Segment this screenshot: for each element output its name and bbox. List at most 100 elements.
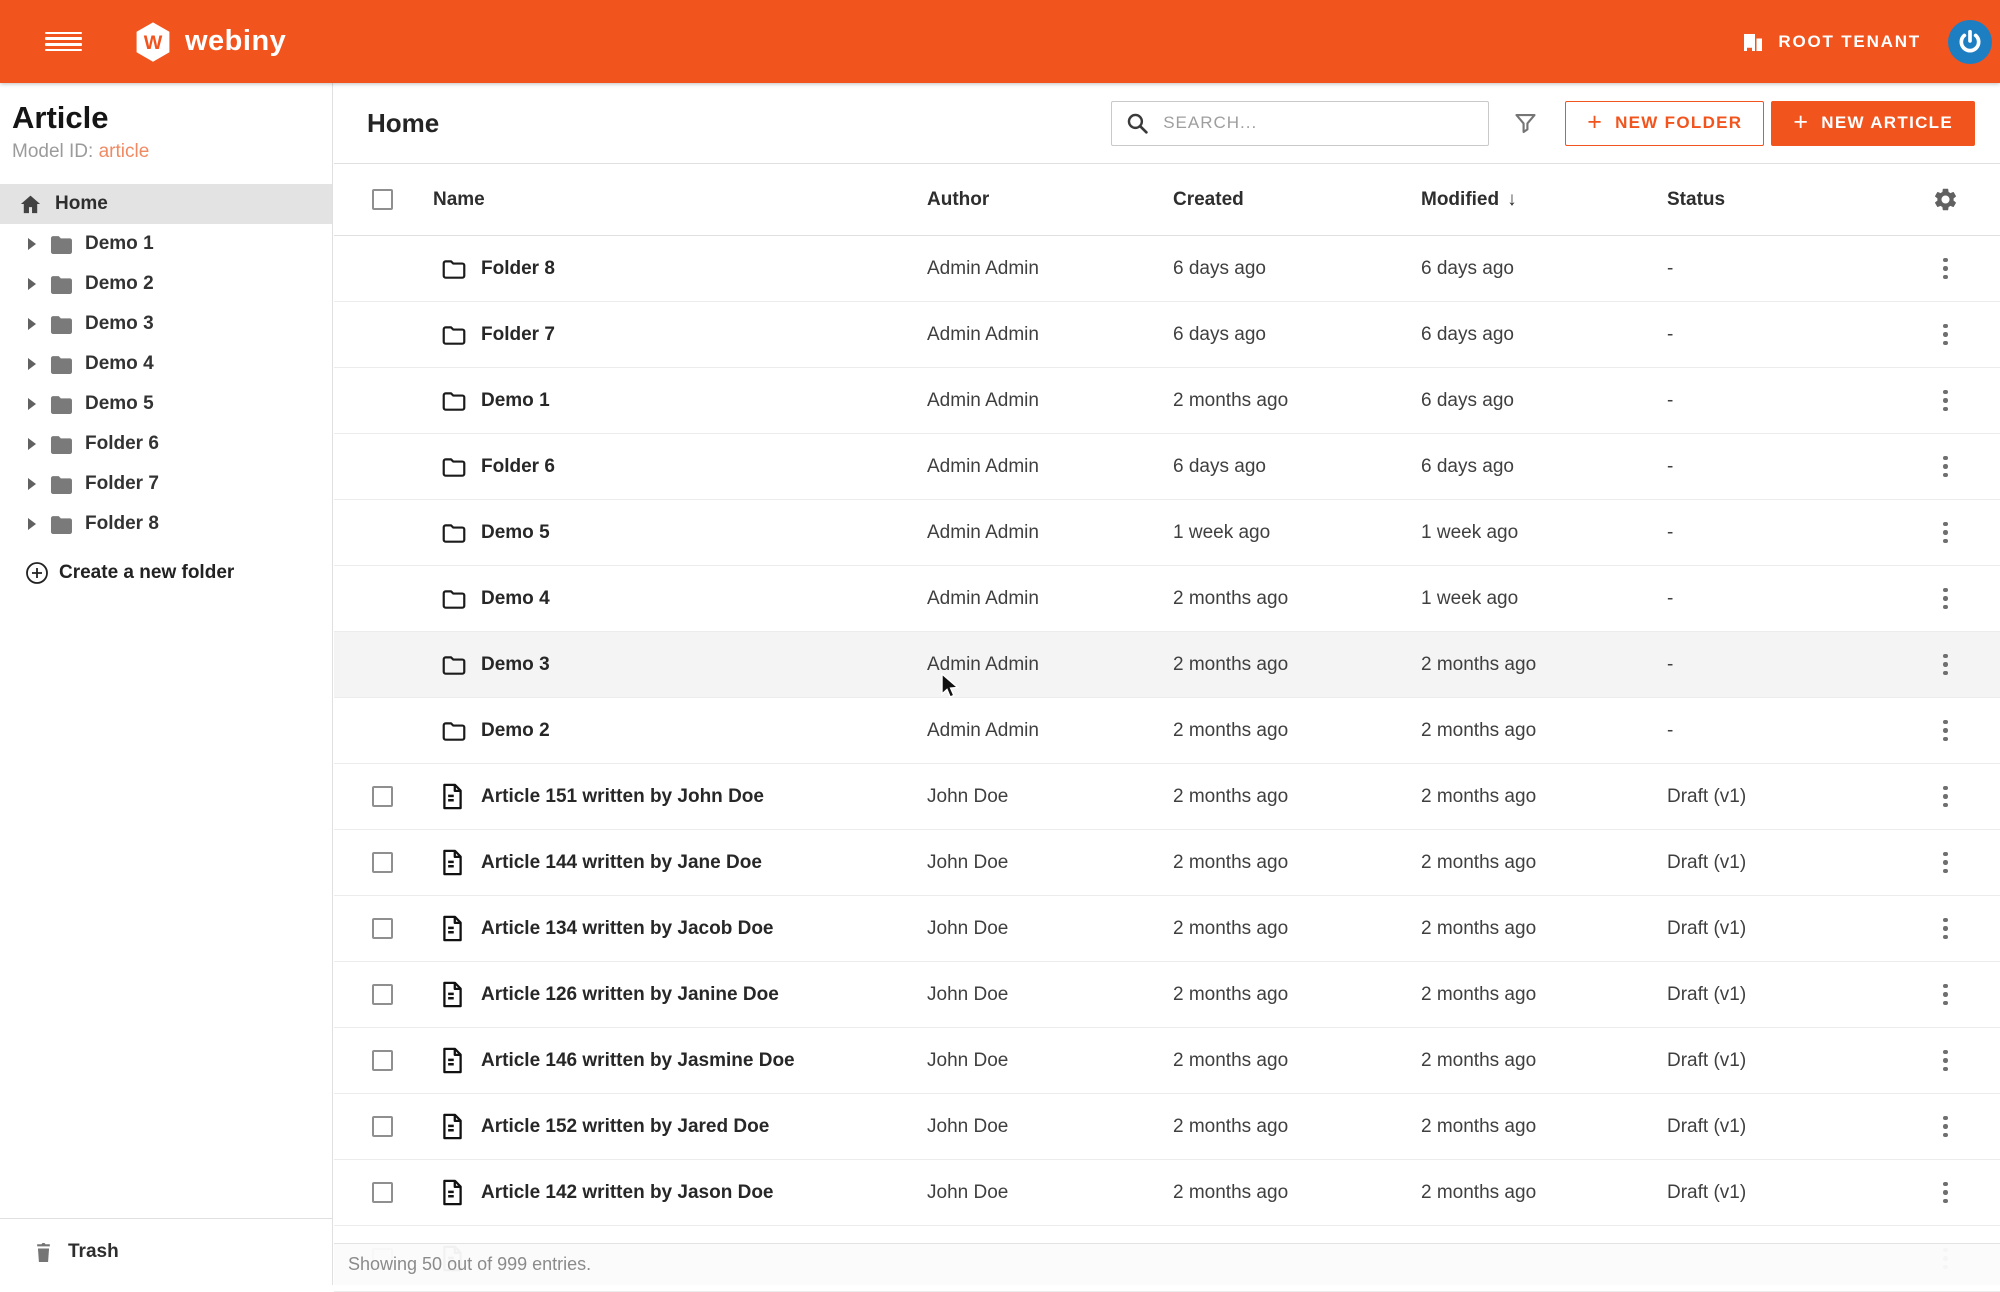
tree-item-folder[interactable]: Demo 4 (0, 344, 332, 384)
chevron-right-icon[interactable] (28, 238, 36, 250)
create-folder-button[interactable]: Create a new folder (0, 551, 332, 595)
row-actions-menu[interactable] (1937, 384, 1954, 418)
sort-desc-icon: ↓ (1507, 189, 1517, 211)
search-icon (1125, 111, 1150, 136)
row-actions-menu[interactable] (1937, 1044, 1954, 1078)
tree-item-folder[interactable]: Demo 1 (0, 224, 332, 264)
hamburger-menu-icon[interactable] (45, 32, 82, 52)
row-actions-menu[interactable] (1937, 516, 1954, 550)
table-row[interactable]: Article 152 written by Jared Doe John Do… (334, 1094, 2000, 1160)
new-folder-button[interactable]: + NEW FOLDER (1565, 101, 1764, 146)
row-name: Folder 8 (473, 258, 927, 280)
row-checkbox[interactable] (372, 918, 393, 939)
row-checkbox[interactable] (372, 984, 393, 1005)
row-actions-menu[interactable] (1937, 318, 1954, 352)
chevron-right-icon[interactable] (28, 438, 36, 450)
table-row[interactable]: Article 151 written by John Doe John Doe… (334, 764, 2000, 830)
row-created: 2 months ago (1173, 720, 1421, 742)
row-actions-menu[interactable] (1937, 252, 1954, 286)
row-actions-menu[interactable] (1937, 582, 1954, 616)
row-actions-menu[interactable] (1937, 846, 1954, 880)
row-name: Demo 2 (473, 720, 927, 742)
row-checkbox[interactable] (372, 852, 393, 873)
row-status: Draft (v1) (1667, 1182, 1891, 1204)
chevron-right-icon[interactable] (28, 278, 36, 290)
row-checkbox[interactable] (372, 1050, 393, 1071)
plus-icon: + (1587, 110, 1603, 135)
folder-icon (441, 456, 467, 478)
table-row[interactable]: Article 146 written by Jasmine Doe John … (334, 1028, 2000, 1094)
row-actions-menu[interactable] (1937, 1110, 1954, 1144)
plus-icon: + (1793, 110, 1809, 135)
tree-item-home[interactable]: Home (0, 184, 332, 224)
column-header-author[interactable]: Author (927, 189, 1173, 211)
column-header-name[interactable]: Name (433, 189, 927, 211)
row-actions-menu[interactable] (1937, 648, 1954, 682)
table-row[interactable]: Article 144 written by Jane Doe John Doe… (334, 830, 2000, 896)
table-row[interactable]: Article 142 written by Jason Doe John Do… (334, 1160, 2000, 1226)
webiny-logo[interactable]: W webiny (134, 21, 286, 63)
row-actions-menu[interactable] (1937, 1176, 1954, 1210)
tree-item-folder[interactable]: Demo 3 (0, 304, 332, 344)
row-checkbox[interactable] (372, 786, 393, 807)
new-article-button[interactable]: + NEW ARTICLE (1771, 101, 1975, 146)
select-all-checkbox[interactable] (372, 189, 393, 210)
user-avatar[interactable] (1948, 20, 1992, 64)
tree-item-folder[interactable]: Folder 6 (0, 424, 332, 464)
row-author: John Doe (927, 786, 1173, 808)
top-app-bar: W webiny ROOT TENANT (0, 0, 2000, 83)
table-row[interactable]: Demo 3 Admin Admin 2 months ago 2 months… (334, 632, 2000, 698)
table-row[interactable]: Demo 5 Admin Admin 1 week ago 1 week ago… (334, 500, 2000, 566)
table-row[interactable]: Article 126 written by Janine Doe John D… (334, 962, 2000, 1028)
folder-icon (441, 324, 467, 346)
search-input[interactable] (1163, 102, 1488, 145)
row-status: - (1667, 324, 1891, 346)
tree-item-folder[interactable]: Demo 2 (0, 264, 332, 304)
table-settings-button[interactable] (1891, 186, 2000, 213)
folder-icon (441, 522, 467, 544)
row-checkbox[interactable] (372, 1182, 393, 1203)
row-created: 2 months ago (1173, 984, 1421, 1006)
tree-item-folder[interactable]: Folder 7 (0, 464, 332, 504)
table-row[interactable]: Demo 1 Admin Admin 2 months ago 6 days a… (334, 368, 2000, 434)
table-row[interactable]: Folder 6 Admin Admin 6 days ago 6 days a… (334, 434, 2000, 500)
chevron-right-icon[interactable] (28, 318, 36, 330)
table-row[interactable]: Folder 7 Admin Admin 6 days ago 6 days a… (334, 302, 2000, 368)
page-title: Home (367, 108, 439, 139)
trash-button[interactable]: Trash (0, 1218, 332, 1285)
tree-item-folder[interactable]: Demo 5 (0, 384, 332, 424)
row-modified: 2 months ago (1421, 786, 1667, 808)
chevron-right-icon[interactable] (28, 518, 36, 530)
row-name: Article 152 written by Jared Doe (473, 1116, 927, 1138)
row-actions-menu[interactable] (1937, 714, 1954, 748)
row-modified: 6 days ago (1421, 456, 1667, 478)
column-header-status[interactable]: Status (1667, 189, 1891, 211)
row-checkbox[interactable] (372, 1116, 393, 1137)
row-status: Draft (v1) (1667, 852, 1891, 874)
folder-icon (49, 434, 75, 455)
row-status: - (1667, 258, 1891, 280)
chevron-right-icon[interactable] (28, 398, 36, 410)
column-header-created[interactable]: Created (1173, 189, 1421, 211)
document-icon (441, 783, 464, 810)
row-actions-menu[interactable] (1937, 450, 1954, 484)
tree-item-folder[interactable]: Folder 8 (0, 504, 332, 544)
column-header-modified[interactable]: Modified ↓ (1421, 189, 1667, 211)
table-row[interactable]: Demo 4 Admin Admin 2 months ago 1 week a… (334, 566, 2000, 632)
row-created: 2 months ago (1173, 786, 1421, 808)
building-icon (1741, 30, 1765, 54)
row-modified: 1 week ago (1421, 522, 1667, 544)
table-row[interactable]: Demo 2 Admin Admin 2 months ago 2 months… (334, 698, 2000, 764)
filter-button[interactable] (1511, 109, 1539, 137)
tree-items: Demo 1 Demo 2 Demo 3 Demo 4 (0, 224, 332, 544)
table-row[interactable]: Folder 8 Admin Admin 6 days ago 6 days a… (334, 236, 2000, 302)
chevron-right-icon[interactable] (28, 478, 36, 490)
row-actions-menu[interactable] (1937, 780, 1954, 814)
table-row[interactable]: Article 134 written by Jacob Doe John Do… (334, 896, 2000, 962)
row-actions-menu[interactable] (1937, 978, 1954, 1012)
row-actions-menu[interactable] (1937, 912, 1954, 946)
chevron-right-icon[interactable] (28, 358, 36, 370)
row-status: - (1667, 588, 1891, 610)
folder-icon (49, 314, 75, 335)
tenant-selector[interactable]: ROOT TENANT (1741, 30, 1921, 54)
